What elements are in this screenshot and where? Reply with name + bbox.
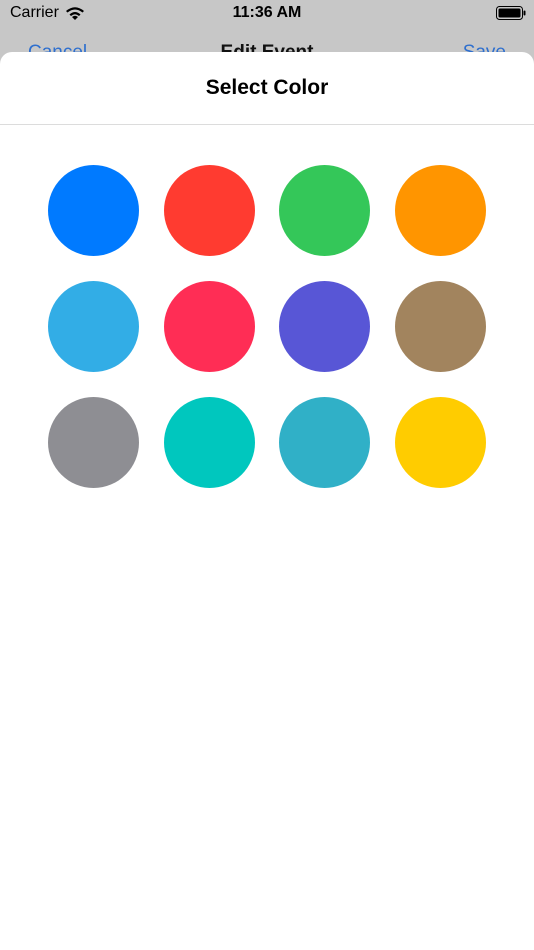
color-picker-sheet: Select Color [0, 52, 534, 950]
color-swatch[interactable] [48, 165, 139, 256]
color-swatch[interactable] [48, 397, 139, 488]
color-grid [48, 165, 486, 488]
color-swatch[interactable] [394, 165, 486, 256]
sheet-title: Select Color [205, 76, 329, 99]
color-swatch[interactable] [394, 281, 486, 372]
status-time: 11:36 AM [232, 4, 302, 21]
color-swatch[interactable] [163, 397, 255, 488]
color-swatch[interactable] [163, 281, 255, 372]
status-bar: Carrier 11:36 AM [0, 0, 534, 28]
color-swatch[interactable] [279, 165, 371, 256]
color-swatch[interactable] [48, 281, 139, 372]
battery-icon [496, 6, 526, 20]
color-swatch[interactable] [163, 165, 255, 256]
sheet-header: Select Color [0, 52, 534, 125]
color-swatch[interactable] [279, 397, 371, 488]
color-swatch[interactable] [394, 397, 486, 488]
color-swatch[interactable] [279, 281, 371, 372]
